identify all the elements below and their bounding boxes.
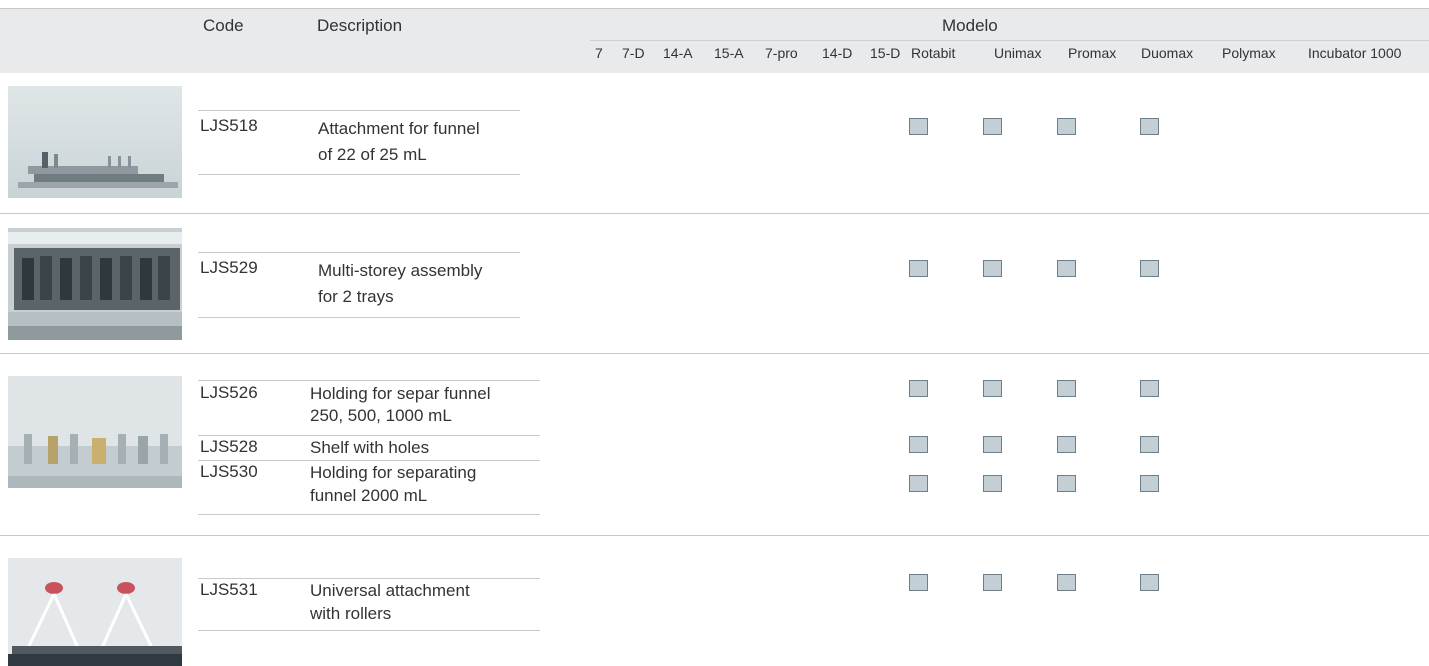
row-rule [198, 252, 520, 253]
checkbox-duomax [1140, 475, 1159, 492]
checkbox-rotabit [909, 118, 928, 135]
checkbox-unimax [983, 118, 1002, 135]
model-col-unimax: Unimax [994, 45, 1042, 61]
model-col-14-d: 14-D [822, 45, 853, 61]
model-col-polymax: Polymax [1222, 45, 1276, 61]
group-separator [0, 535, 1429, 536]
group-separator [0, 353, 1429, 354]
checkbox-promax [1057, 436, 1076, 453]
modelo-divider [590, 40, 1429, 41]
checkbox-duomax [1140, 436, 1159, 453]
item-description-line-2: 250, 500, 1000 mL [310, 406, 452, 425]
item-code: LJS530 [200, 462, 258, 481]
item-description-line-2: of 22 of 25 mL [318, 145, 427, 164]
description-column-header: Description [317, 16, 403, 35]
row-rule [198, 110, 520, 111]
checkbox-rotabit [909, 475, 928, 492]
item-description-line-2: with rollers [310, 604, 392, 623]
group-separator [0, 213, 1429, 214]
model-col-duomax: Duomax [1141, 45, 1194, 61]
checkbox-unimax [983, 574, 1002, 591]
model-col-15-d: 15-D [870, 45, 901, 61]
checkbox-duomax [1140, 380, 1159, 397]
model-col-7-pro: 7-pro [765, 45, 798, 61]
checkbox-promax [1057, 118, 1076, 135]
model-col-14-a: 14-A [663, 45, 693, 61]
item-description-line-1: Shelf with holes [310, 438, 430, 457]
product-photo-multi-storey-assembly [8, 228, 182, 340]
model-col-rotabit: Rotabit [911, 45, 956, 61]
item-description-line-1: Universal attachment [310, 581, 470, 600]
model-col-7-d: 7-D [622, 45, 645, 61]
checkbox-duomax [1140, 118, 1159, 135]
checkbox-rotabit [909, 436, 928, 453]
product-photo-funnel-attachment [8, 86, 182, 198]
item-code: LJS529 [200, 258, 258, 277]
item-description-line-2: for 2 trays [318, 287, 394, 306]
model-col-incubator-1000: Incubator 1000 [1308, 45, 1402, 61]
checkbox-unimax [983, 436, 1002, 453]
row-rule [198, 380, 540, 381]
item-code: LJS526 [200, 383, 258, 402]
item-description-line-1: Multi-storey assembly [318, 261, 483, 280]
row-rule [198, 460, 540, 461]
product-photo-universal-attachment-rollers [8, 558, 182, 666]
row-rule [198, 630, 540, 631]
checkbox-promax [1057, 380, 1076, 397]
checkbox-unimax [983, 260, 1002, 277]
row-rule [198, 435, 540, 436]
checkbox-unimax [983, 475, 1002, 492]
product-photo-separating-funnel-holders [8, 376, 182, 488]
checkbox-duomax [1140, 574, 1159, 591]
item-code: LJS518 [200, 116, 258, 135]
modelo-group-header: Modelo [942, 16, 998, 35]
item-description-line-2: funnel 2000 mL [310, 486, 428, 505]
model-col-7: 7 [595, 45, 603, 61]
model-col-promax: Promax [1068, 45, 1117, 61]
row-rule [198, 317, 520, 318]
checkbox-rotabit [909, 260, 928, 277]
row-rule [198, 578, 540, 579]
item-description-line-1: Holding for separ funnel [310, 384, 491, 403]
code-column-header: Code [203, 16, 244, 35]
checkbox-promax [1057, 260, 1076, 277]
item-description-line-1: Holding for separating [310, 463, 477, 482]
row-rule [198, 174, 520, 175]
checkbox-unimax [983, 380, 1002, 397]
checkbox-duomax [1140, 260, 1159, 277]
checkbox-promax [1057, 475, 1076, 492]
checkbox-rotabit [909, 574, 928, 591]
checkbox-promax [1057, 574, 1076, 591]
item-description-line-1: Attachment for funnel [318, 119, 480, 138]
model-col-15-a: 15-A [714, 45, 744, 61]
item-code: LJS531 [200, 580, 258, 599]
row-rule [198, 514, 540, 515]
item-code: LJS528 [200, 437, 258, 456]
checkbox-rotabit [909, 380, 928, 397]
